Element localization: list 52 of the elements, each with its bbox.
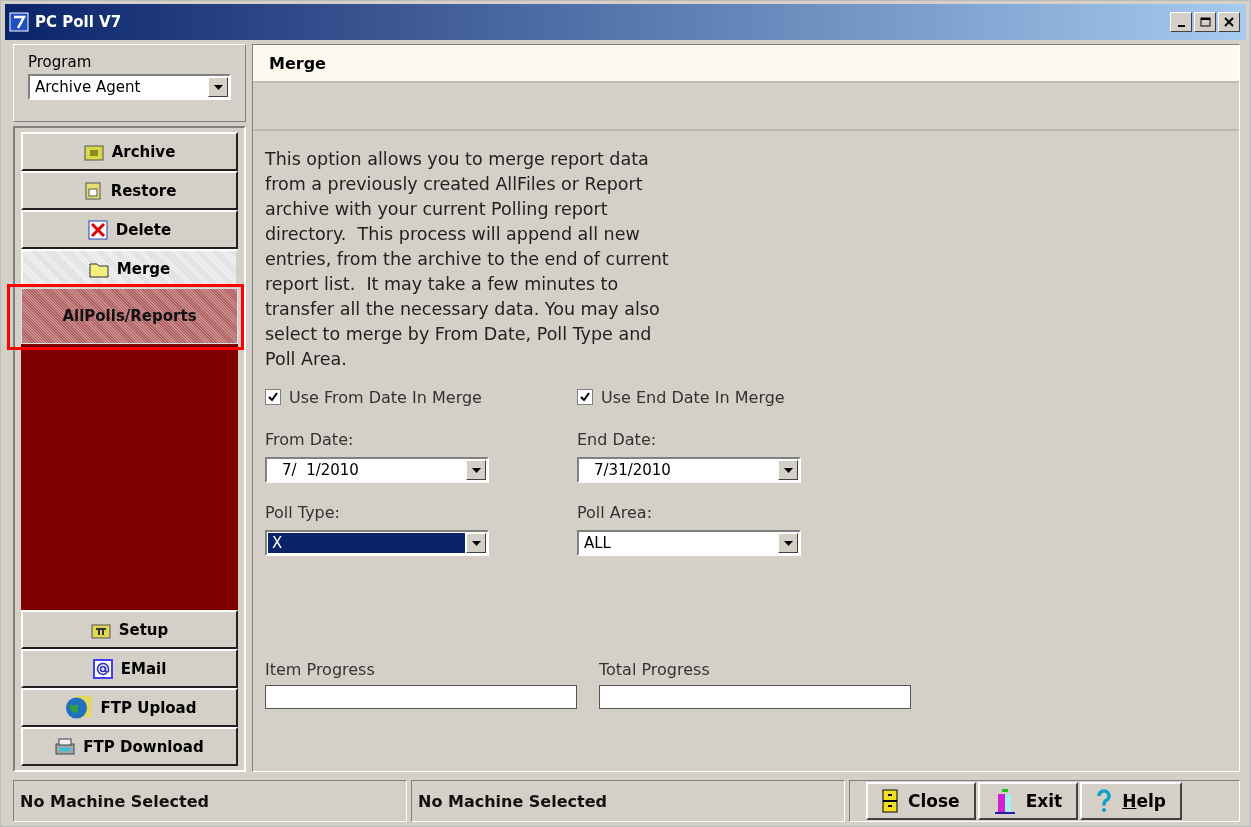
door-icon (993, 788, 1016, 814)
nav-button[interactable]: FTP Download (21, 727, 238, 766)
field-label: Poll Type: (265, 503, 341, 522)
status-pane: No Machine Selected (13, 780, 407, 822)
maximize-button[interactable] (1194, 12, 1216, 32)
program-dropdown[interactable]: Archive Agent (28, 74, 231, 100)
nav-button[interactable]: Delete (21, 210, 238, 249)
delete-icon (87, 219, 108, 240)
email-icon (92, 658, 113, 679)
help-icon (1096, 789, 1113, 813)
nav-button[interactable]: Archive (21, 132, 238, 171)
checkmark-icon (580, 392, 590, 402)
minimize-button[interactable] (1170, 12, 1192, 32)
status-pane: No Machine Selected (411, 780, 845, 822)
nav-subitem[interactable]: AllPolls/Reports (21, 288, 238, 344)
field-label: End Date: (577, 430, 658, 449)
nav-button[interactable]: Setup (21, 610, 238, 649)
field-label: From Date: (265, 430, 355, 449)
checkbox[interactable]: Use From Date In Merge (265, 384, 577, 410)
dropdown-arrow-icon (213, 84, 223, 90)
close-button[interactable]: Close (866, 782, 976, 820)
checkmark-icon (268, 392, 278, 402)
exit-button[interactable]: Exit (977, 782, 1079, 820)
progress-label: Item Progress (265, 660, 376, 679)
dropdown-arrow-icon (471, 467, 481, 473)
progress-label: Total Progress (599, 660, 711, 679)
help-button[interactable]: Help (1080, 782, 1182, 820)
minimize-icon (1177, 25, 1185, 27)
checkbox[interactable]: Use End Date In Merge (577, 384, 817, 410)
dropdown-field[interactable]: ALL (577, 530, 801, 556)
program-label: Program (28, 53, 93, 71)
cabinet-icon (882, 789, 898, 813)
app-logo-icon (9, 12, 29, 32)
dropdown-arrow-icon (471, 540, 481, 546)
folder-icon (82, 180, 103, 201)
dropdown-arrow-icon (783, 467, 793, 473)
close-button[interactable] (1218, 12, 1240, 32)
nav-button[interactable]: EMail (21, 649, 238, 688)
description-text: This option allows you to merge report data from a previously created AllFiles or Report archive with your current Polling report directory. This process will append all new entries, from the archive to the end of current report list. It may take a few minutes to transfer all the necessary data. You may also select to merge by From Date, Poll Type and Poll Area. (265, 148, 670, 371)
nav-button[interactable]: Restore (21, 171, 238, 210)
dropdown-arrow-icon (783, 540, 793, 546)
printer-icon (55, 736, 76, 757)
panel-title: Merge (269, 53, 326, 73)
nav-button[interactable]: FTP Upload (21, 688, 238, 727)
dropdown-field[interactable]: 7/ 1/2010 (265, 457, 489, 483)
dropdown-field[interactable]: X (265, 530, 489, 556)
dropdown-field[interactable]: 7/31/2010 (577, 457, 801, 483)
maximize-icon (1199, 17, 1211, 27)
window-title: PC Poll V7 (35, 13, 122, 31)
field-label: Poll Area: (577, 503, 654, 522)
close-icon (1224, 17, 1234, 27)
nav-button[interactable]: Merge (21, 249, 238, 288)
